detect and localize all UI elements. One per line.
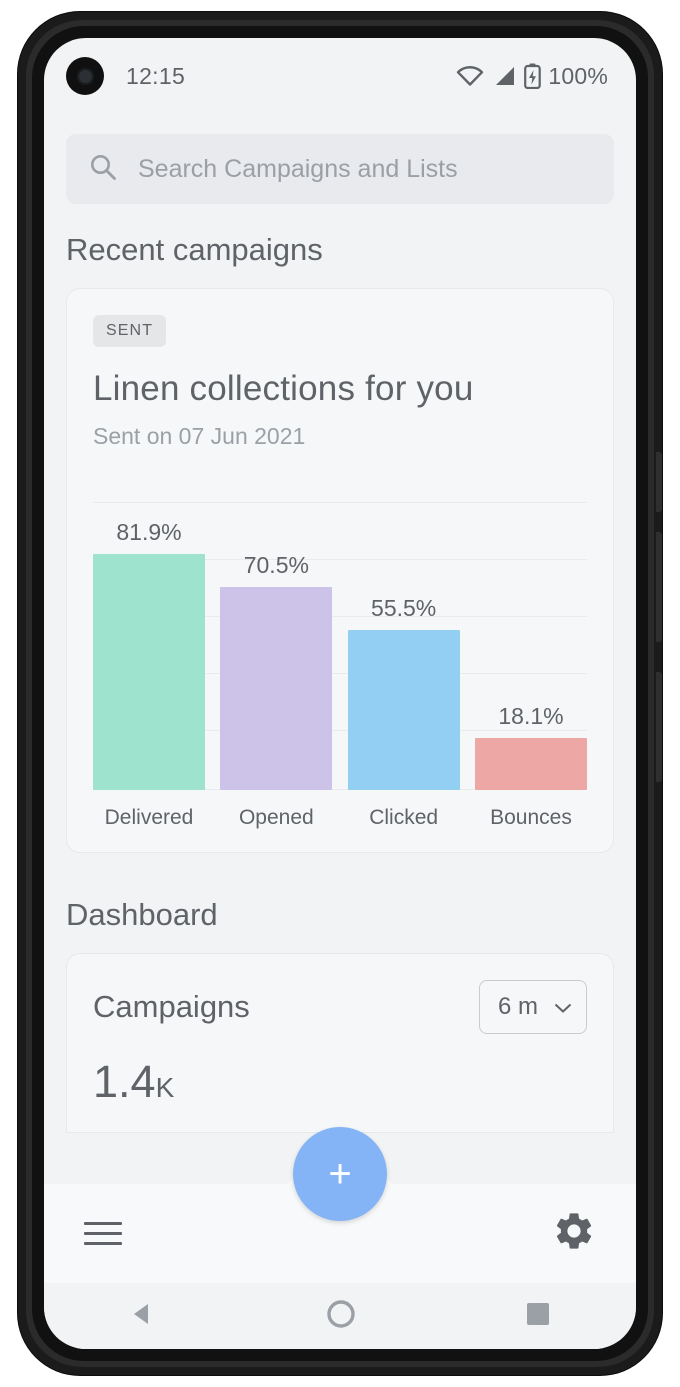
signal-icon (491, 65, 517, 87)
phone-power-button[interactable] (656, 672, 662, 782)
search-icon (88, 152, 118, 187)
phone-screen: 12:15 100% Search Campaigns and Lists Re… (44, 38, 636, 1349)
gear-icon[interactable] (552, 1209, 596, 1258)
campaign-card[interactable]: SENT Linen collections for you Sent on 0… (66, 288, 614, 853)
chart-category-label: Clicked (369, 806, 439, 829)
dashboard-card-header: Campaigns 6 m (93, 980, 587, 1034)
wifi-icon (456, 65, 484, 87)
dashboard-card[interactable]: Campaigns 6 m 1.4K (66, 953, 614, 1133)
chevron-down-icon (554, 993, 572, 1021)
plus-icon: + (328, 1151, 352, 1196)
chart-category-labels: Delivered Opened Clicked Bounces (93, 806, 587, 830)
page-title-dashboard: Dashboard (66, 897, 218, 932)
camera-lens (76, 67, 94, 85)
chart-bar-value: 55.5% (371, 595, 437, 621)
chart-category-label: Delivered (104, 806, 194, 829)
status-indicators: 100% (456, 63, 608, 90)
chart-bar (347, 630, 460, 790)
status-bar: 12:15 100% (44, 38, 636, 114)
triangle-back-icon[interactable] (128, 1299, 158, 1334)
add-button[interactable]: + (293, 1127, 387, 1221)
chart-bar-value: 18.1% (498, 703, 564, 729)
chart-bar (93, 554, 205, 790)
campaign-sent-date: Sent on 07 Jun 2021 (93, 423, 306, 449)
phone-volume-button[interactable] (656, 532, 662, 642)
campaign-title: Linen collections for you (93, 369, 474, 408)
dashboard-card-label: Campaigns (93, 989, 250, 1024)
page-title-recent-campaigns: Recent campaigns (66, 232, 323, 267)
chart-category-label: Opened (238, 806, 314, 829)
hamburger-menu-icon[interactable] (84, 1215, 122, 1252)
battery-icon (524, 63, 542, 89)
chart-bar (220, 587, 333, 790)
android-nav-bar (44, 1283, 636, 1349)
chart-bar-group: 70.5% (220, 502, 333, 790)
square-recents-icon[interactable] (524, 1300, 552, 1333)
circle-home-icon[interactable] (325, 1298, 357, 1335)
chart-bar-group: 18.1% (474, 502, 587, 790)
chart-bar-group: 55.5% (347, 502, 460, 790)
status-time: 12:15 (126, 62, 186, 89)
phone-side-button-top[interactable] (656, 452, 662, 512)
screenshot-root: 12:15 100% Search Campaigns and Lists Re… (0, 0, 680, 1387)
chart-bars: 81.9% 70.5% 55.5% 18.1% (93, 502, 587, 790)
dashboard-metric: 1.4K (93, 1056, 587, 1108)
search-placeholder: Search Campaigns and Lists (138, 154, 458, 183)
front-camera-punch-hole (66, 57, 104, 95)
dashboard-metric-unit: K (155, 1072, 175, 1103)
chart-bar-value: 81.9% (116, 519, 182, 545)
chart-bar-group: 81.9% (93, 502, 205, 790)
chart-bar-value: 70.5% (243, 552, 309, 578)
dashboard-metric-value: 1.4 (93, 1056, 156, 1107)
time-range-select[interactable]: 6 m (478, 980, 587, 1034)
status-badge: SENT (93, 315, 167, 347)
battery-percent-label: 100% (548, 62, 608, 89)
time-range-value: 6 m (497, 993, 538, 1020)
campaign-bar-chart: 81.9% 70.5% 55.5% 18.1% (93, 502, 587, 790)
app-content: Search Campaigns and Lists Recent campai… (44, 114, 636, 1284)
search-input[interactable]: Search Campaigns and Lists (66, 134, 614, 204)
chart-category-label: Bounces (490, 806, 572, 829)
chart-bar (474, 738, 587, 790)
